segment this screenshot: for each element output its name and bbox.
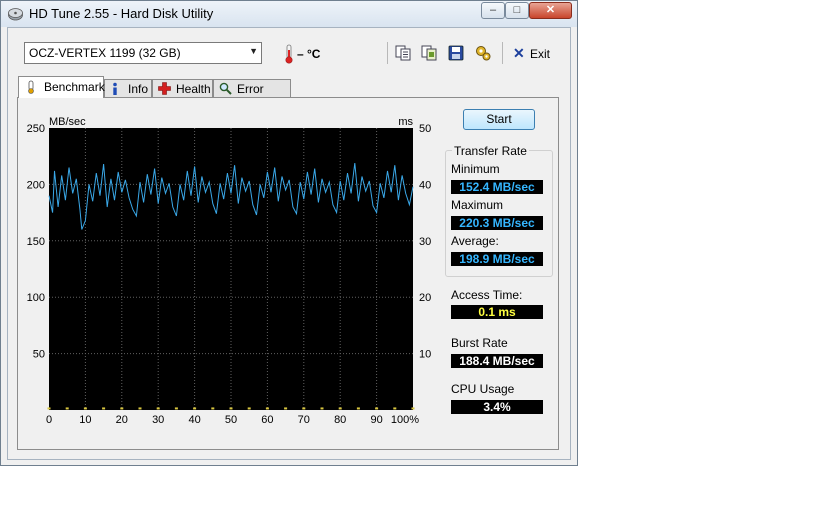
access-time-point [411,407,415,410]
transfer-rate-chart: 0 10 20 30 40 50 60 70 80 90 100% 50 100 150 200 250 10 2… [27,116,432,426]
y-axis-right-label: ms [398,116,413,128]
access-time-point [284,407,288,410]
x-tick-label: 10 [79,414,91,426]
access-time-point [65,407,69,410]
access-time-point [193,407,197,410]
x-tick-label: 20 [116,414,128,426]
x-tick-label: 90 [370,414,382,426]
cpu-usage-value: 3.4% [451,400,543,414]
y-left-tick-label: 100 [27,292,45,304]
maximum-value: 220.3 MB/sec [451,216,543,230]
average-label: Average: [451,234,499,248]
y-right-tick-label: 20 [419,292,431,304]
access-time-point [338,407,342,410]
access-time-point [138,407,142,410]
burst-rate-label: Burst Rate [451,336,508,350]
access-time-point [47,407,51,410]
access-time-value: 0.1 ms [451,305,543,319]
x-tick-label: 30 [152,414,164,426]
y-right-tick-label: 30 [419,236,431,248]
access-time-point [393,407,397,410]
access-time-point [120,407,124,410]
maximum-label: Maximum [451,198,504,212]
x-tick-label: 100% [391,414,419,426]
access-time-point [83,407,87,410]
access-time-point [265,407,269,410]
access-time-point [247,407,251,410]
access-time-point [156,407,160,410]
y-right-tick-label: 40 [419,179,431,191]
cpu-usage-label: CPU Usage [451,382,515,396]
y-right-tick-label: 50 [419,123,431,135]
minimum-value: 152.4 MB/sec [451,180,543,194]
start-button[interactable]: Start [463,109,535,130]
x-tick-label: 60 [261,414,273,426]
x-tick-label: 80 [334,414,346,426]
access-time-point [211,407,215,410]
access-time-point [356,407,360,410]
access-time-point [102,407,106,410]
x-tick-label: 40 [188,414,200,426]
access-time-point [229,407,233,410]
x-tick-label: 0 [46,414,52,426]
transfer-rate-title: Transfer Rate [452,144,529,158]
access-time-label: Access Time: [451,288,523,302]
y-right-tick-label: 10 [419,349,431,361]
access-time-point [375,407,379,410]
y-left-tick-label: 150 [27,236,45,248]
burst-rate-value: 188.4 MB/sec [451,354,543,368]
x-tick-label: 70 [298,414,310,426]
x-tick-label: 50 [225,414,237,426]
access-time-point [302,407,306,410]
minimum-label: Minimum [451,162,500,176]
y-left-tick-label: 250 [27,123,45,135]
y-left-tick-label: 50 [33,349,45,361]
average-value: 198.9 MB/sec [451,252,543,266]
access-time-point [174,407,178,410]
y-axis-left-label: MB/sec [49,116,86,128]
access-time-point [320,407,324,410]
y-left-tick-label: 200 [27,179,45,191]
